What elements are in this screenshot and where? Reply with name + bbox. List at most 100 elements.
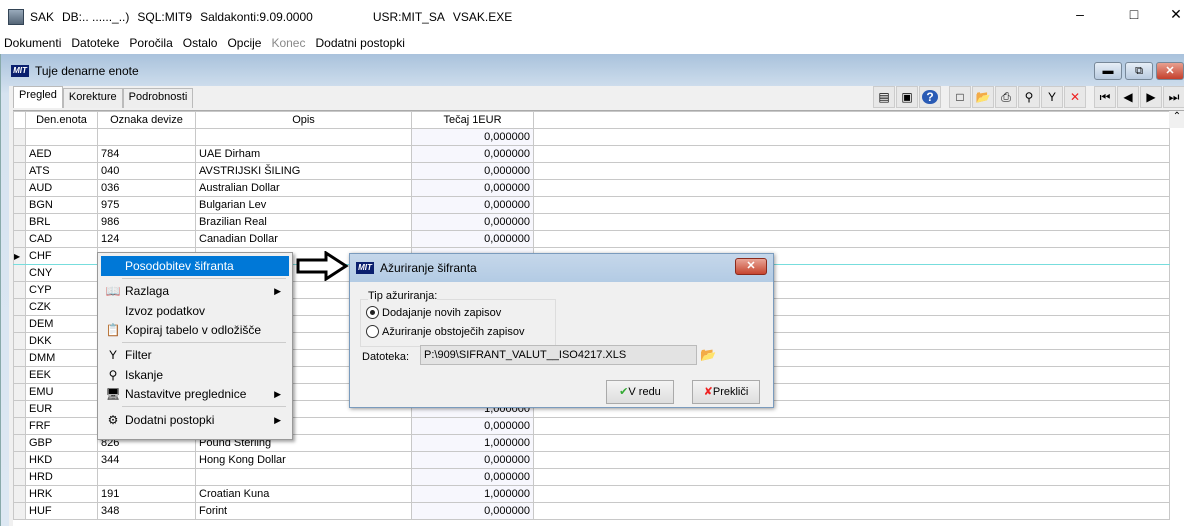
table-row[interactable]: HUF 348 Forint 0,000000 xyxy=(13,502,1170,520)
previous-record-button[interactable]: ◀ xyxy=(1117,86,1139,108)
cancel-button[interactable]: ✘Prekliči xyxy=(692,380,760,404)
row-indicator[interactable] xyxy=(13,179,26,197)
cell-den-enota[interactable]: HUF xyxy=(25,502,98,520)
cell-tecaj[interactable]: 0,000000 xyxy=(411,213,534,231)
table-row[interactable]: HRD 0,000000 xyxy=(13,468,1170,486)
cell-opis[interactable]: Bulgarian Lev xyxy=(195,196,412,214)
minimize-button[interactable]: – xyxy=(1070,6,1090,26)
cell-oznaka[interactable]: 784 xyxy=(97,145,196,163)
cell-opis[interactable] xyxy=(195,468,412,486)
cell-oznaka[interactable]: 975 xyxy=(97,196,196,214)
first-record-button[interactable]: ⏮ xyxy=(1094,86,1116,108)
close-button[interactable]: ✕ xyxy=(1166,6,1184,26)
cell-den-enota[interactable]: GBP xyxy=(25,434,98,452)
delete-button[interactable]: ✕ xyxy=(1064,86,1086,108)
table-row[interactable]: AED 784 UAE Dirham 0,000000 xyxy=(13,145,1170,163)
cell-oznaka[interactable]: 040 xyxy=(97,162,196,180)
row-indicator[interactable] xyxy=(13,349,26,367)
row-indicator[interactable] xyxy=(13,332,26,350)
cell-opis[interactable] xyxy=(195,128,412,146)
cell-den-enota[interactable]: EEK xyxy=(25,366,98,384)
cell-den-enota[interactable]: CYP xyxy=(25,281,98,299)
print-button[interactable]: ⎙ xyxy=(995,86,1017,108)
last-record-button[interactable]: ⏭ xyxy=(1163,86,1184,108)
cell-tecaj[interactable]: 0,000000 xyxy=(411,145,534,163)
cell-den-enota[interactable]: BRL xyxy=(25,213,98,231)
table-row[interactable]: BRL 986 Brazilian Real 0,000000 xyxy=(13,213,1170,231)
cell-den-enota[interactable]: HRD xyxy=(25,468,98,486)
cell-den-enota[interactable]: EUR xyxy=(25,400,98,418)
row-indicator[interactable] xyxy=(13,434,26,452)
cell-oznaka[interactable]: 036 xyxy=(97,179,196,197)
row-indicator[interactable] xyxy=(13,196,26,214)
cell-opis[interactable]: Brazilian Real xyxy=(195,213,412,231)
next-record-button[interactable]: ▶ xyxy=(1140,86,1162,108)
display-button[interactable]: ▣ xyxy=(896,86,918,108)
dialog-close-button[interactable]: ✕ xyxy=(735,258,767,275)
context-menu-item[interactable]: ⚙ Dodatni postopki ▶ xyxy=(101,410,289,430)
cell-den-enota[interactable]: AED xyxy=(25,145,98,163)
row-indicator[interactable] xyxy=(13,230,26,248)
cell-den-enota[interactable] xyxy=(25,128,98,146)
menu-dodatni-postopki[interactable]: Dodatni postopki xyxy=(311,36,408,50)
column-header-den-enota[interactable]: Den.enota xyxy=(25,111,98,129)
cell-tecaj[interactable]: 1,000000 xyxy=(411,434,534,452)
context-menu-item[interactable]: 📋 Kopiraj tabelo v odložišče xyxy=(101,320,289,340)
table-row[interactable]: HRK 191 Croatian Kuna 1,000000 xyxy=(13,485,1170,503)
row-indicator[interactable] xyxy=(13,162,26,180)
cell-tecaj[interactable]: 0,000000 xyxy=(411,417,534,435)
new-button[interactable]: □ xyxy=(949,86,971,108)
cell-oznaka[interactable]: 124 xyxy=(97,230,196,248)
cell-tecaj[interactable]: 0,000000 xyxy=(411,179,534,197)
context-menu-item[interactable]: Izvoz podatkov xyxy=(101,301,289,321)
tab-pregled[interactable]: Pregled xyxy=(13,86,63,108)
maximize-button[interactable]: □ xyxy=(1124,6,1144,26)
cell-tecaj[interactable]: 0,000000 xyxy=(411,162,534,180)
menu-ostalo[interactable]: Ostalo xyxy=(179,36,222,50)
row-indicator[interactable] xyxy=(13,128,26,146)
cell-den-enota[interactable]: CAD xyxy=(25,230,98,248)
cell-opis[interactable]: Hong Kong Dollar xyxy=(195,451,412,469)
cell-tecaj[interactable]: 0,000000 xyxy=(411,230,534,248)
table-row[interactable]: 0,000000 xyxy=(13,128,1170,146)
cell-den-enota[interactable]: BGN xyxy=(25,196,98,214)
column-header-tecaj[interactable]: Tečaj 1EUR xyxy=(411,111,534,129)
child-minimize-button[interactable]: ▬ xyxy=(1094,62,1122,80)
open-folder-button[interactable]: 📂 xyxy=(972,86,994,108)
context-menu-item[interactable]: Y Filter xyxy=(101,345,289,365)
tab-podrobnosti[interactable]: Podrobnosti xyxy=(122,88,194,108)
child-restore-button[interactable]: ⧉ xyxy=(1125,62,1153,80)
row-indicator[interactable]: ▶ xyxy=(13,247,26,265)
cell-den-enota[interactable]: DMM xyxy=(25,349,98,367)
cell-den-enota[interactable]: CZK xyxy=(25,298,98,316)
cell-oznaka[interactable]: 191 xyxy=(97,485,196,503)
cell-oznaka[interactable]: 348 xyxy=(97,502,196,520)
column-header-oznaka-devize[interactable]: Oznaka devize xyxy=(97,111,196,129)
cell-den-enota[interactable]: AUD xyxy=(25,179,98,197)
cell-opis[interactable]: AVSTRIJSKI ŠILING xyxy=(195,162,412,180)
menu-porocila[interactable]: Poročila xyxy=(125,36,176,50)
row-indicator[interactable] xyxy=(13,315,26,333)
radio-add-new[interactable]: Dodajanje novih zapisov xyxy=(366,306,501,319)
cell-oznaka[interactable]: 986 xyxy=(97,213,196,231)
cell-den-enota[interactable]: CNY xyxy=(25,264,98,282)
cell-opis[interactable]: Australian Dollar xyxy=(195,179,412,197)
cell-tecaj[interactable]: 0,000000 xyxy=(411,196,534,214)
column-header-opis[interactable]: Opis xyxy=(195,111,412,129)
cell-den-enota[interactable]: EMU xyxy=(25,383,98,401)
cell-opis[interactable]: UAE Dirham xyxy=(195,145,412,163)
cell-den-enota[interactable]: FRF xyxy=(25,417,98,435)
report-button[interactable]: ▤ xyxy=(873,86,895,108)
scroll-up-button[interactable]: ⌃ xyxy=(1169,111,1184,128)
row-indicator[interactable] xyxy=(13,264,26,282)
ok-button[interactable]: ✔V redu xyxy=(606,380,674,404)
row-indicator[interactable] xyxy=(13,366,26,384)
cell-den-enota[interactable]: DEM xyxy=(25,315,98,333)
cell-tecaj[interactable]: 0,000000 xyxy=(411,128,534,146)
row-indicator[interactable] xyxy=(13,281,26,299)
row-indicator[interactable] xyxy=(13,468,26,486)
row-indicator[interactable] xyxy=(13,213,26,231)
cell-den-enota[interactable]: DKK xyxy=(25,332,98,350)
context-menu-item[interactable]: Posodobitev šifranta xyxy=(101,256,289,276)
context-menu-item[interactable]: 🖥 Nastavitve preglednice ▶ xyxy=(101,384,289,404)
